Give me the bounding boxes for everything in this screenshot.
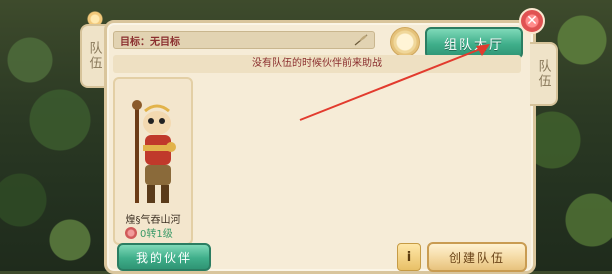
member-card[interactable]: 煌§气吞山河 0转1级 (113, 77, 193, 245)
my-partner-button[interactable]: 我的伙伴 (117, 243, 211, 271)
help-icon[interactable]: i (397, 243, 421, 271)
member-level: 0转1级 (140, 229, 173, 240)
badge-icon[interactable] (390, 27, 420, 57)
member-name: 煌§气吞山河 (125, 215, 181, 226)
goal-text: 目标：无目标 (120, 36, 180, 48)
create-team-button[interactable]: 创建队伍 (427, 242, 527, 272)
tab-team-right[interactable]: 队伍 (530, 42, 558, 106)
team-panel: 目标：无目标 组队大厅 没有队伍的时候伙伴前来助战 煌§气吞山河 0转1级 我的… (104, 20, 536, 274)
goal-bar[interactable]: 目标：无目标 (113, 31, 375, 49)
close-icon[interactable]: ✕ (519, 8, 545, 34)
level-icon (125, 226, 137, 239)
member-level-row: 0转1级 (125, 225, 173, 240)
tab-team-left[interactable]: 队伍 (80, 24, 106, 88)
hint-text: 没有队伍的时候伙伴前来助战 (113, 55, 521, 73)
character-portrait (132, 100, 176, 203)
feather-icon[interactable] (354, 34, 368, 46)
